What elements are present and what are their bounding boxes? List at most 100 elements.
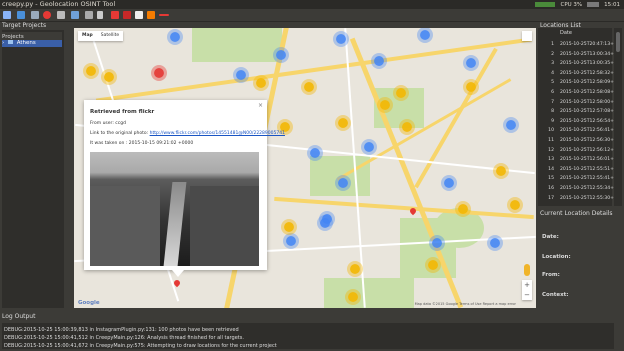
- location-details-panel: Date: Location: From: Context:: [538, 218, 622, 308]
- detail-location-label: Location:: [542, 254, 571, 260]
- cluster-marker-large[interactable]: [428, 260, 438, 270]
- cluster-marker[interactable]: [170, 32, 180, 42]
- cluster-marker[interactable]: [236, 70, 246, 80]
- location-row-date: 2015-10-25T12:55:30+00: [560, 195, 620, 201]
- location-row[interactable]: 1 2015-10-25T20:47:13+00: [538, 40, 620, 50]
- heatmap-icon[interactable]: [147, 11, 155, 19]
- pin-icon[interactable]: [111, 11, 119, 19]
- location-row[interactable]: 10 2015-10-25T12:56:41+00: [538, 126, 620, 136]
- cluster-marker-large[interactable]: [338, 118, 348, 128]
- fullscreen-button[interactable]: [522, 31, 532, 41]
- location-row[interactable]: 13 2015-10-25T12:56:01+00: [538, 155, 620, 165]
- location-row[interactable]: 5 2015-10-25T12:58:09+00: [538, 78, 620, 88]
- project-item-athens[interactable]: › Athens: [2, 40, 62, 47]
- scrollbar-thumb[interactable]: [616, 32, 620, 52]
- delete-icon[interactable]: [43, 11, 51, 19]
- cluster-marker-selected[interactable]: [154, 68, 164, 78]
- location-row-number: 13: [548, 157, 554, 163]
- location-row[interactable]: 8 2015-10-25T12:57:08+00: [538, 107, 620, 117]
- cluster-marker[interactable]: [374, 56, 384, 66]
- cluster-marker-large[interactable]: [284, 222, 294, 232]
- cluster-marker-large[interactable]: [510, 200, 520, 210]
- cluster-marker-large[interactable]: [86, 66, 96, 76]
- cluster-marker[interactable]: [506, 120, 516, 130]
- location-row-number: 4: [551, 70, 554, 76]
- google-logo: Google: [78, 300, 100, 306]
- clear-icon[interactable]: [135, 11, 143, 19]
- location-row[interactable]: 4 2015-10-25T12:58:32+00: [538, 69, 620, 79]
- cpu-indicator: CPU 3%: [560, 1, 583, 8]
- location-row-date: 2015-10-25T12:56:30+00: [560, 138, 620, 143]
- location-row-date: 2015-10-25T12:56:41+00: [560, 128, 620, 134]
- map-type-satellite-button[interactable]: Satellite: [97, 31, 123, 41]
- location-row[interactable]: 11 2015-10-25T12:56:30+00: [538, 136, 620, 146]
- cluster-marker[interactable]: [276, 50, 286, 60]
- cluster-marker[interactable]: [310, 148, 320, 158]
- cluster-marker[interactable]: [490, 238, 500, 248]
- location-row-number: 11: [548, 138, 554, 143]
- cluster-marker[interactable]: [336, 34, 346, 44]
- expand-arrow-icon[interactable]: ›: [2, 40, 4, 46]
- location-row-date: 2015-10-25T12:58:00+00: [560, 99, 620, 105]
- cluster-marker[interactable]: [320, 218, 330, 228]
- map-type-map-button[interactable]: Map: [78, 31, 97, 41]
- network-indicator: [535, 2, 556, 7]
- analyze-icon[interactable]: [71, 11, 79, 19]
- cluster-marker-large[interactable]: [104, 72, 114, 82]
- cluster-marker-large[interactable]: [458, 204, 468, 214]
- new-project-icon[interactable]: [3, 11, 11, 19]
- cluster-marker[interactable]: [338, 178, 348, 188]
- export-icon[interactable]: [57, 11, 65, 19]
- cluster-marker-large[interactable]: [496, 166, 506, 176]
- location-row[interactable]: 14 2015-10-25T12:55:51+00: [538, 165, 620, 175]
- cluster-marker[interactable]: [432, 238, 442, 248]
- cluster-marker[interactable]: [364, 142, 374, 152]
- original-photo-link[interactable]: http://www.flickr.com/photos/14551481@N0…: [150, 131, 285, 136]
- cluster-marker-large[interactable]: [402, 122, 412, 132]
- location-row[interactable]: 2 2015-10-25T13:00:34+00: [538, 50, 620, 60]
- location-row[interactable]: 17 2015-10-25T12:55:30+00: [538, 194, 620, 204]
- detail-from-label: From:: [542, 272, 560, 278]
- location-row-date: 2015-10-25T12:58:32+00: [560, 70, 620, 76]
- cluster-marker-large[interactable]: [348, 292, 358, 302]
- zoom-control: + −: [522, 280, 532, 300]
- map-view[interactable]: Map Satellite + − Google Map data ©2015 …: [74, 28, 536, 308]
- cluster-marker-large[interactable]: [350, 264, 360, 274]
- settings-icon[interactable]: [31, 11, 39, 19]
- popup-from-user: From user: ccgd: [90, 121, 126, 126]
- location-row[interactable]: 3 2015-10-25T13:00:35+00: [538, 59, 620, 69]
- cluster-marker-large[interactable]: [466, 82, 476, 92]
- close-icon[interactable]: ×: [258, 102, 263, 109]
- clock: 15:01: [604, 1, 620, 8]
- date-column-header[interactable]: Date: [560, 30, 572, 36]
- log-output[interactable]: DEBUG:2015-10-25 15:00:39,813 in Instagr…: [2, 323, 614, 349]
- map-attribution[interactable]: Map data ©2015 Google Terms of Use Repor…: [415, 302, 516, 306]
- location-row[interactable]: 12 2015-10-25T12:56:12+00: [538, 146, 620, 156]
- cluster-marker-large[interactable]: [256, 78, 266, 88]
- remove-filter-icon[interactable]: [159, 14, 169, 16]
- location-row[interactable]: 7 2015-10-25T12:58:00+00: [538, 98, 620, 108]
- cluster-marker-large[interactable]: [396, 88, 406, 98]
- location-row[interactable]: 6 2015-10-25T12:58:08+00: [538, 88, 620, 98]
- user-icon[interactable]: [17, 11, 25, 19]
- cluster-marker[interactable]: [420, 30, 430, 40]
- cluster-marker[interactable]: [466, 58, 476, 68]
- details-dock-title: Current Location Details: [540, 210, 613, 217]
- locations-scrollbar[interactable]: [614, 28, 622, 206]
- location-icon[interactable]: [123, 11, 131, 19]
- cluster-marker[interactable]: [444, 178, 454, 188]
- info-window-tail: [172, 270, 184, 277]
- zoom-in-button[interactable]: +: [522, 280, 532, 290]
- location-row[interactable]: 16 2015-10-25T12:55:34+00: [538, 184, 620, 194]
- cluster-marker[interactable]: [286, 236, 296, 246]
- bookmark-icon[interactable]: [97, 11, 103, 19]
- cluster-marker-large[interactable]: [304, 82, 314, 92]
- street-view-pegman-icon[interactable]: [524, 264, 530, 276]
- cluster-marker-large[interactable]: [380, 100, 390, 110]
- location-row[interactable]: 15 2015-10-25T12:55:41+00: [538, 174, 620, 184]
- location-row-date: 2015-10-25T12:56:12+00: [560, 147, 620, 153]
- location-row[interactable]: 9 2015-10-25T12:56:54+00: [538, 117, 620, 127]
- main-toolbar: [0, 9, 624, 22]
- filter-icon[interactable]: [85, 11, 93, 19]
- zoom-out-button[interactable]: −: [522, 290, 532, 300]
